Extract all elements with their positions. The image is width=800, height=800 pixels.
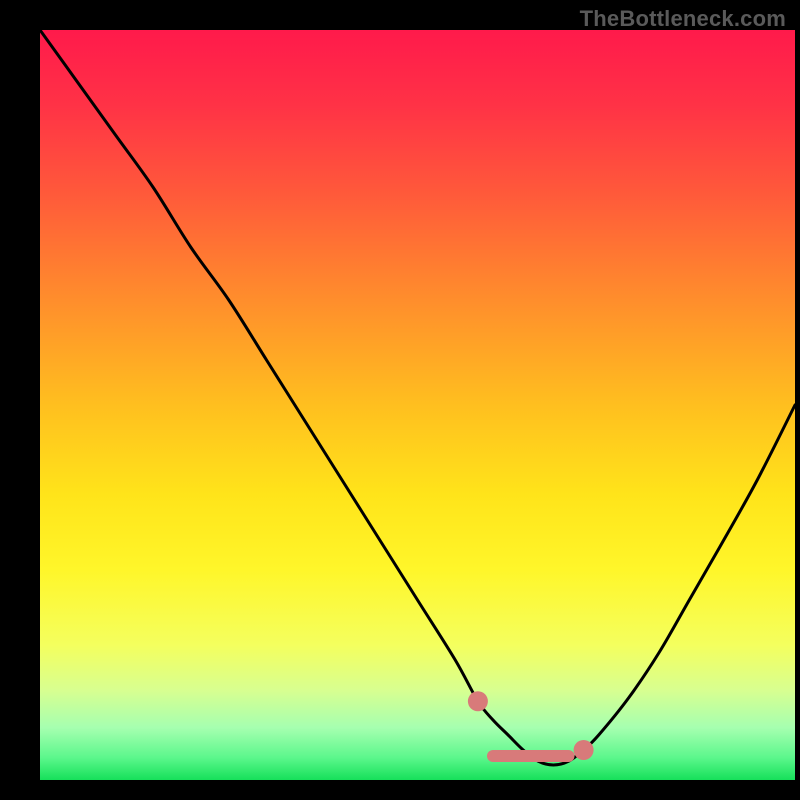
chart-frame: TheBottleneck.com (0, 0, 800, 800)
curve-marker (574, 740, 594, 760)
watermark-text: TheBottleneck.com (580, 6, 786, 32)
bottleneck-chart (0, 0, 800, 800)
curve-marker (468, 691, 488, 711)
gradient-background (40, 30, 795, 780)
